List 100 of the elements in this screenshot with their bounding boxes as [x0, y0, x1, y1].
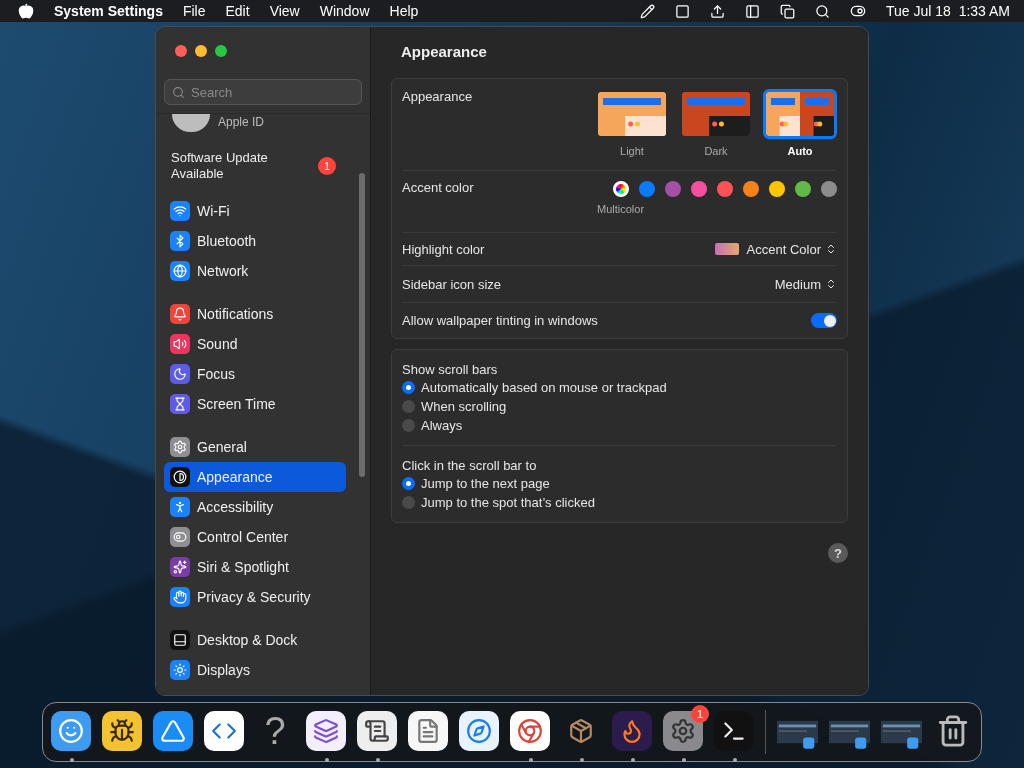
sidebar-item[interactable]: Screen Time: [164, 389, 346, 419]
icon-size-popup[interactable]: Medium: [774, 276, 837, 292]
dock-icon: [170, 630, 190, 650]
option-label[interactable]: Automatically based on mouse or trackpad: [421, 380, 667, 395]
scroll-icon[interactable]: [357, 711, 397, 751]
page-title: Appearance: [401, 43, 488, 60]
code-icon[interactable]: [204, 711, 244, 751]
sidebar-item[interactable]: Displays: [164, 655, 346, 685]
sidebar-item[interactable]: Accessibility: [164, 492, 346, 522]
bug-icon[interactable]: [102, 711, 142, 751]
hourglass-icon: [170, 394, 190, 414]
appearance-thumbnail[interactable]: [679, 89, 753, 139]
menu-item[interactable]: Help: [389, 3, 419, 19]
panel-icon[interactable]: [745, 3, 760, 19]
radio-button[interactable]: [402, 477, 415, 490]
mode-label: Dark: [704, 145, 728, 157]
square-icon[interactable]: [675, 3, 690, 19]
sidebar-item[interactable]: Siri & Spotlight: [164, 552, 346, 582]
globe-icon: [170, 261, 190, 281]
flame-icon[interactable]: [612, 711, 652, 751]
notification-badge: 1: [318, 157, 336, 175]
gear-icon: [170, 437, 190, 457]
toggle-switch[interactable]: [811, 313, 837, 328]
chrome-icon[interactable]: [510, 711, 550, 751]
question-mark-icon[interactable]: ?: [255, 711, 295, 751]
sidebar-item[interactable]: Bluetooth: [164, 226, 346, 256]
software-update-item[interactable]: Software Update Available: [171, 150, 291, 182]
sidebar-item[interactable]: Privacy & Security: [164, 582, 346, 612]
compass-icon[interactable]: [459, 711, 499, 751]
sidebar-item[interactable]: Wi-Fi: [164, 196, 346, 226]
sidebar-item[interactable]: Appearance: [164, 462, 346, 492]
control-center-icon[interactable]: [850, 3, 866, 19]
avatar[interactable]: [172, 114, 210, 132]
color-swatch[interactable]: [769, 181, 785, 197]
setting-label: Sidebar icon size: [402, 276, 501, 292]
smiley-face-icon[interactable]: [51, 711, 91, 751]
wifi-icon: [170, 201, 190, 221]
gear-icon[interactable]: [663, 711, 703, 751]
appearance-thumbnail[interactable]: [763, 89, 837, 139]
sidebar-item[interactable]: Sound: [164, 329, 346, 359]
person-icon: [170, 497, 190, 517]
appearance-thumbnail[interactable]: [595, 89, 669, 139]
layers-icon[interactable]: [306, 711, 346, 751]
radio-button[interactable]: [402, 381, 415, 394]
setting-label: Allow wallpaper tinting in windows: [402, 313, 598, 328]
terminal-icon[interactable]: [714, 711, 754, 751]
upload-icon[interactable]: [710, 3, 725, 19]
moon-icon: [170, 364, 190, 384]
apple-id-label[interactable]: Apple ID: [218, 115, 265, 132]
option-label[interactable]: Jump to the spot that’s clicked: [421, 495, 595, 510]
contrast-icon: [170, 467, 190, 487]
sidebar-item[interactable]: Control Center: [164, 522, 346, 552]
color-swatch[interactable]: [717, 181, 733, 197]
minimize-button[interactable]: [195, 45, 207, 57]
color-swatch[interactable]: [821, 181, 837, 197]
menu-item[interactable]: View: [269, 3, 300, 19]
setting-label: Highlight color: [402, 241, 485, 257]
radio-button[interactable]: [402, 400, 415, 413]
search-icon[interactable]: [815, 3, 830, 19]
sparkles-icon: [170, 557, 190, 577]
setting-label: Appearance: [402, 88, 473, 104]
app-menu[interactable]: System Settings: [54, 3, 163, 19]
notification-badge: 1: [691, 705, 709, 723]
color-swatch[interactable]: [639, 181, 655, 197]
mode-label: Light: [620, 145, 644, 157]
notepad-icon[interactable]: [408, 711, 448, 751]
help-button[interactable]: ?: [828, 543, 848, 563]
color-swatch[interactable]: [691, 181, 707, 197]
sidebar-item[interactable]: General: [164, 432, 346, 462]
color-swatch[interactable]: [665, 181, 681, 197]
radio-button[interactable]: [402, 419, 415, 432]
hand-icon: [170, 587, 190, 607]
scrollbar[interactable]: [359, 173, 365, 477]
sidebar-item[interactable]: Notifications: [164, 299, 346, 329]
swatch-caption: Multicolor: [597, 203, 645, 215]
option-label[interactable]: Jump to the next page: [421, 476, 550, 491]
highlight-popup[interactable]: Accent Color: [714, 241, 837, 257]
radio-button[interactable]: [402, 496, 415, 509]
search-icon: [172, 85, 185, 99]
apple-logo-icon[interactable]: [18, 3, 34, 19]
menu-item[interactable]: Window: [319, 3, 370, 19]
option-label[interactable]: When scrolling: [421, 399, 507, 414]
zoom-button[interactable]: [215, 45, 227, 57]
clock[interactable]: Tue Jul 18 1:33 AM: [886, 3, 1010, 19]
toggle-icon: [170, 527, 190, 547]
sidebar-item[interactable]: Focus: [164, 359, 346, 389]
pencil-icon[interactable]: [640, 3, 655, 19]
sidebar-item[interactable]: Desktop & Dock: [164, 625, 346, 655]
menu-item[interactable]: File: [182, 3, 206, 19]
sidebar-item[interactable]: Network: [164, 256, 346, 286]
close-button[interactable]: [175, 45, 187, 57]
color-swatch[interactable]: [743, 181, 759, 197]
menu-item[interactable]: Edit: [225, 3, 250, 19]
mode-label: Auto: [787, 145, 813, 157]
windows-icon[interactable]: [780, 3, 795, 19]
group-title: Click in the scroll bar to: [402, 458, 537, 473]
multicolor-swatch[interactable]: [613, 181, 629, 197]
color-swatch[interactable]: [795, 181, 811, 197]
option-label[interactable]: Always: [421, 418, 463, 433]
speaker-icon: [170, 334, 190, 354]
